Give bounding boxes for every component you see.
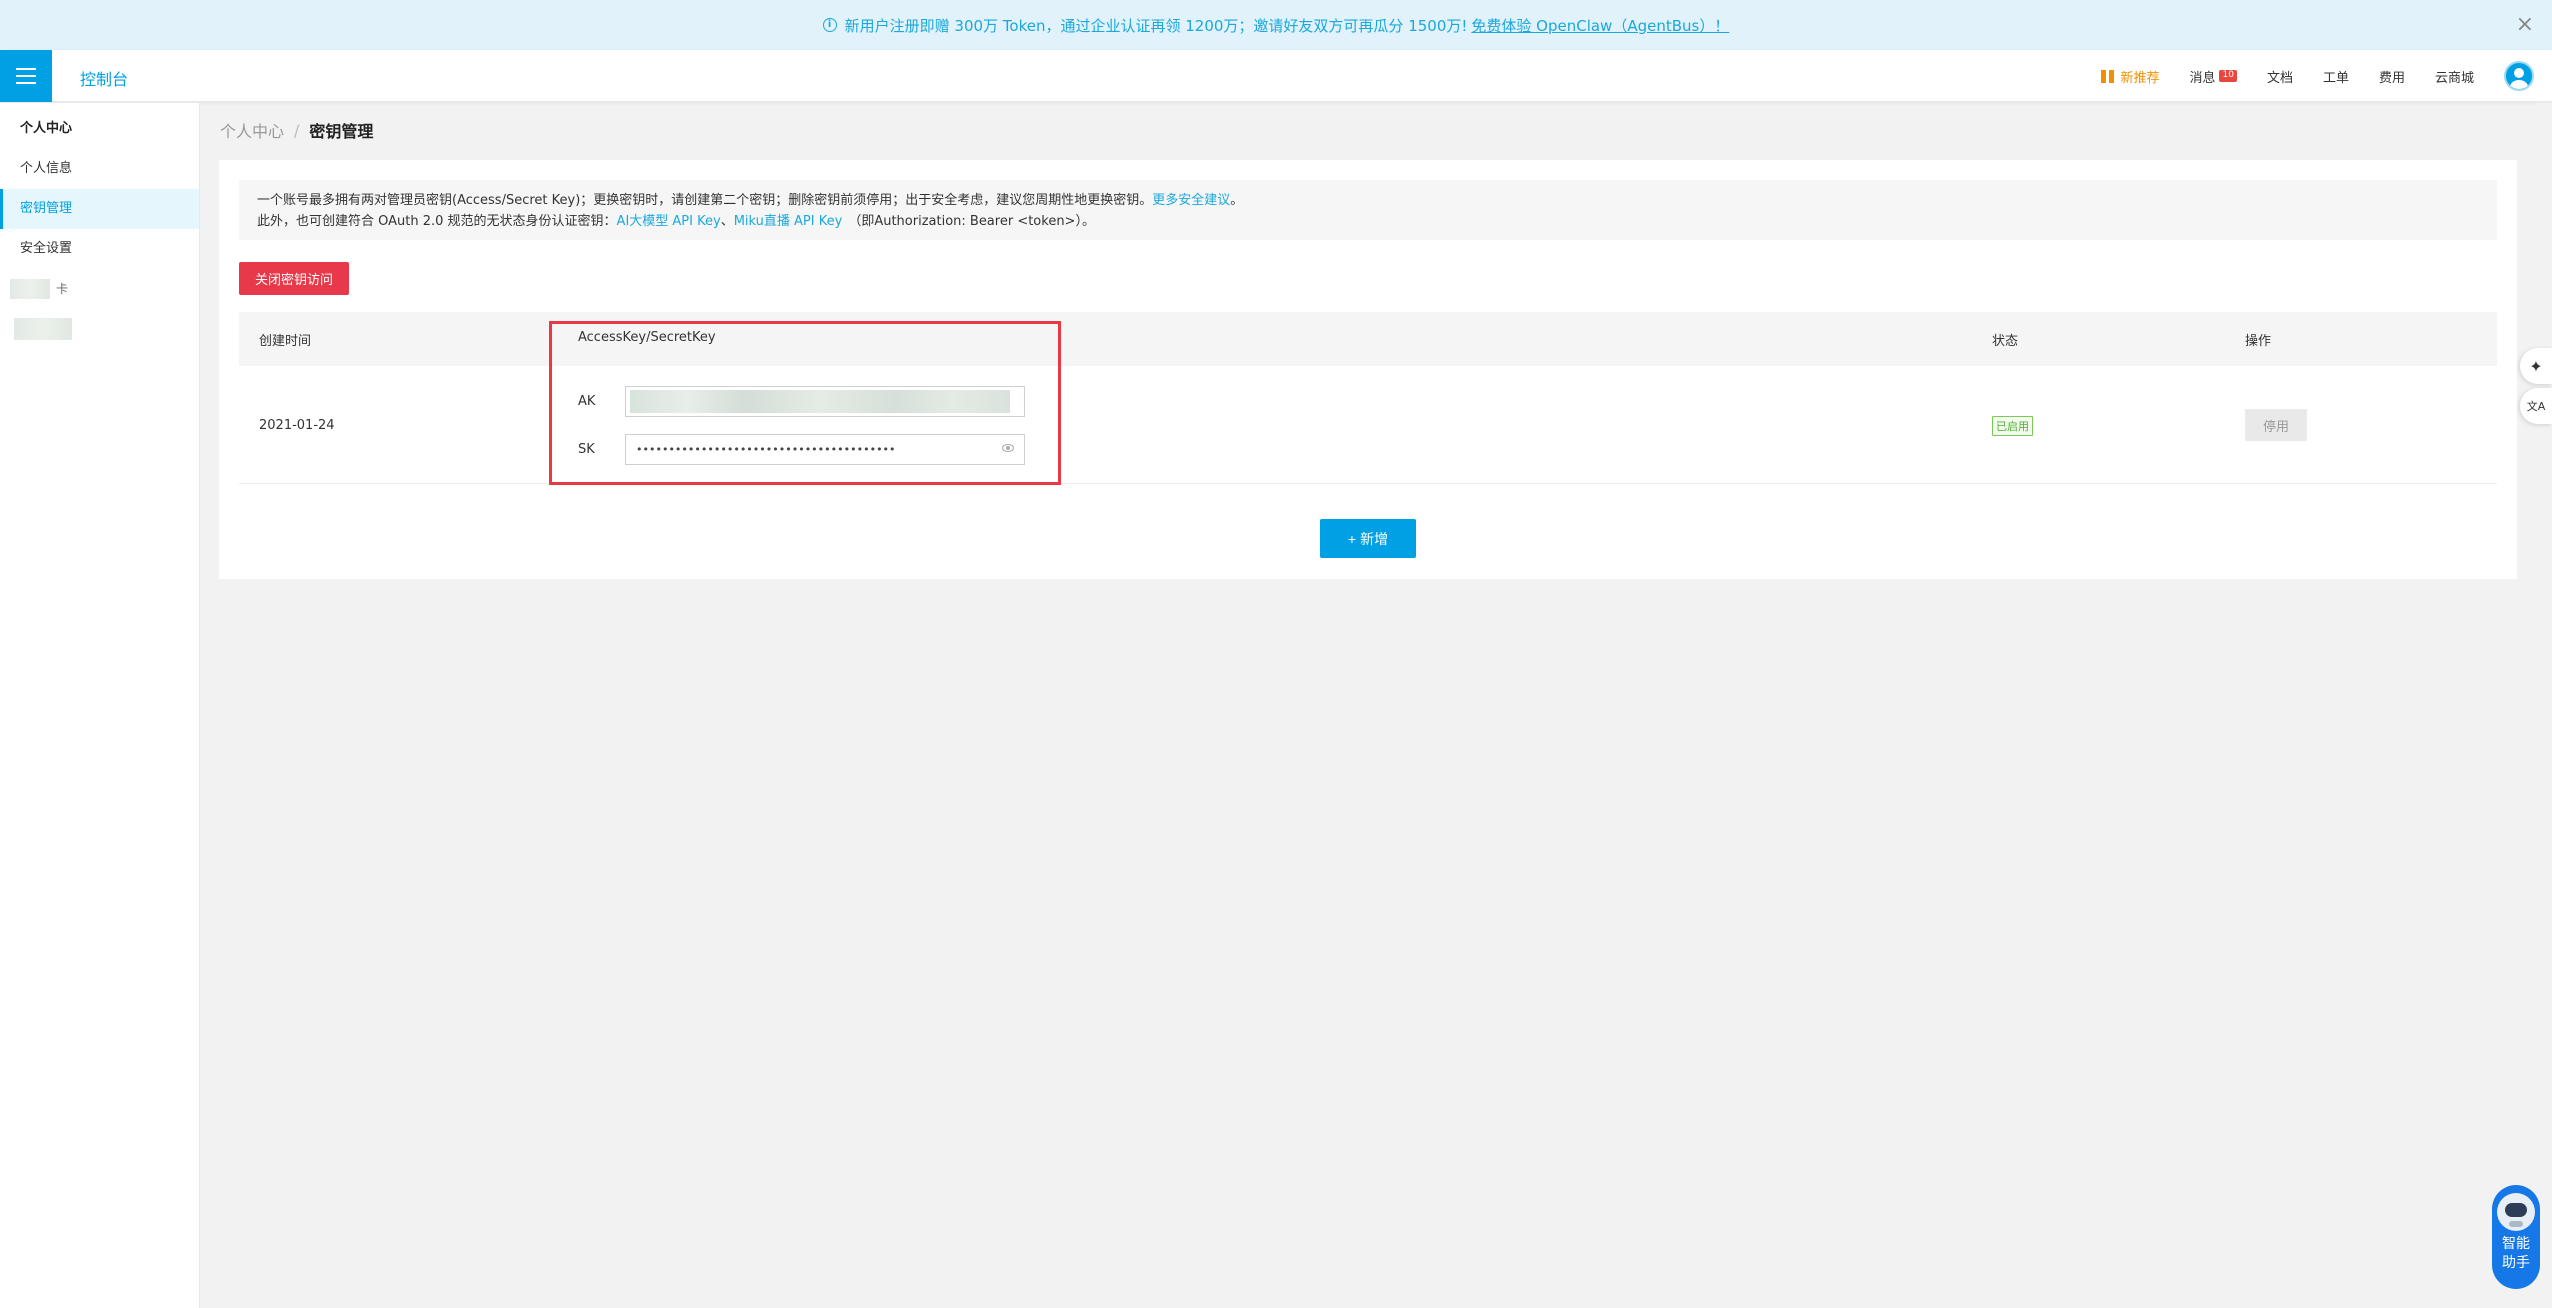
message-count-badge: 10 bbox=[2219, 70, 2237, 82]
disable-button[interactable]: 停用 bbox=[2245, 409, 2307, 441]
assistant-label-1: 智能 bbox=[2502, 1236, 2530, 1252]
sidebar-item-suffix: 卡 bbox=[56, 282, 69, 296]
banner-text: 新用户注册即赠 300万 Token，通过企业认证再领 1200万；邀请好友双方… bbox=[844, 16, 1468, 35]
sidebar-item-security[interactable]: 安全设置 bbox=[0, 229, 199, 269]
notice-text-2: 此外，也可创建符合 OAuth 2.0 规范的无状态身份认证密钥： bbox=[257, 214, 617, 229]
redacted-block bbox=[630, 390, 1010, 413]
avatar[interactable] bbox=[2504, 61, 2534, 91]
breadcrumb-separator: / bbox=[294, 120, 300, 140]
header-status: 状态 bbox=[1992, 334, 2019, 349]
notice-period: 。 bbox=[1230, 193, 1244, 208]
redacted-block bbox=[14, 318, 72, 340]
header-ops: 操作 bbox=[2245, 334, 2272, 349]
header-key: AccessKey/SecretKey bbox=[578, 330, 716, 345]
notice-line-2: 此外，也可创建符合 OAuth 2.0 规范的无状态身份认证密钥：AI大模型 A… bbox=[257, 211, 2479, 232]
assistant-label-2: 助手 bbox=[2502, 1255, 2530, 1271]
security-advice-link[interactable]: 更多安全建议 bbox=[1152, 193, 1230, 208]
close-key-access-button[interactable]: 关闭密钥访问 bbox=[239, 262, 350, 295]
sidebar-item-redacted-2[interactable] bbox=[0, 309, 199, 349]
docs-link[interactable]: 文档 bbox=[2267, 67, 2293, 86]
sidebar-item-redacted[interactable]: 卡 bbox=[0, 269, 199, 309]
sidebar: 个人中心 个人信息 密钥管理 安全设置 卡 bbox=[0, 103, 200, 1308]
table-header: 创建时间 AccessKey/SecretKey 状态 操作 bbox=[239, 312, 2497, 366]
sidebar-item-profile[interactable]: 个人信息 bbox=[0, 149, 199, 189]
ai-api-key-link[interactable]: AI大模型 API Key bbox=[617, 214, 721, 229]
notice-sep: 、 bbox=[720, 214, 734, 229]
top-navbar: 控制台 新推荐 消息 10 文档 工单 费用 云商城 bbox=[0, 50, 2552, 102]
redacted-block bbox=[10, 279, 50, 299]
robot-icon bbox=[2497, 1193, 2535, 1231]
info-icon: i bbox=[822, 18, 837, 32]
plus-icon: + bbox=[1347, 530, 1357, 547]
billing-link[interactable]: 费用 bbox=[2379, 67, 2405, 86]
key-management-panel: 一个账号最多拥有两对管理员密钥(Access/Secret Key)；更换密钥时… bbox=[219, 160, 2517, 579]
nav-right: 新推荐 消息 10 文档 工单 费用 云商城 bbox=[2101, 50, 2534, 102]
key-table: 创建时间 AccessKey/SecretKey 状态 操作 2021-01-2… bbox=[239, 312, 2497, 484]
key-notice: 一个账号最多拥有两对管理员密钥(Access/Secret Key)；更换密钥时… bbox=[239, 180, 2497, 240]
tickets-link[interactable]: 工单 bbox=[2323, 67, 2349, 86]
notice-banner: i 新用户注册即赠 300万 Token，通过企业认证再领 1200万；邀请好友… bbox=[0, 0, 2552, 50]
breadcrumb: 个人中心 / 密钥管理 bbox=[220, 118, 373, 142]
sk-field[interactable]: •••••••••••••••••••••••••••••••••••••••• bbox=[625, 434, 1025, 465]
table-row: 2021-01-24 AK SK •••••••••••••••••••••••… bbox=[239, 366, 2497, 484]
menu-button[interactable] bbox=[0, 50, 52, 102]
add-key-button[interactable]: + 新增 bbox=[1320, 519, 1416, 558]
breadcrumb-current: 密钥管理 bbox=[309, 122, 374, 141]
status-badge: 已启用 bbox=[1992, 416, 2033, 436]
notice-text-1: 一个账号最多拥有两对管理员密钥(Access/Secret Key)；更换密钥时… bbox=[257, 193, 1153, 208]
cell-created: 2021-01-24 bbox=[259, 418, 335, 433]
sk-label: SK bbox=[578, 442, 595, 457]
close-icon[interactable]: × bbox=[2516, 12, 2534, 37]
sidebar-item-keys[interactable]: 密钥管理 bbox=[0, 189, 199, 229]
messages-link[interactable]: 消息 10 bbox=[2189, 67, 2237, 86]
notice-line-1: 一个账号最多拥有两对管理员密钥(Access/Secret Key)；更换密钥时… bbox=[257, 190, 2479, 211]
ai-sparkle-icon[interactable]: ✦ bbox=[2520, 348, 2552, 384]
miku-api-key-link[interactable]: Miku直播 API Key bbox=[734, 214, 843, 229]
add-label: 新增 bbox=[1360, 530, 1389, 547]
console-title[interactable]: 控制台 bbox=[80, 66, 128, 90]
gift-icon bbox=[2101, 69, 2115, 83]
hot-label: 新推荐 bbox=[2120, 70, 2160, 86]
store-link[interactable]: 云商城 bbox=[2435, 67, 2474, 86]
eye-icon[interactable] bbox=[1002, 444, 1014, 452]
scrollbar[interactable] bbox=[2538, 103, 2552, 1308]
notice-text-3: （即Authorization: Bearer <token>）。 bbox=[848, 214, 1095, 229]
hamburger-icon bbox=[16, 68, 36, 70]
hot-link[interactable]: 新推荐 bbox=[2101, 67, 2159, 86]
breadcrumb-parent[interactable]: 个人中心 bbox=[220, 118, 284, 142]
messages-label: 消息 bbox=[2189, 70, 2216, 86]
ak-label: AK bbox=[578, 394, 596, 409]
sidebar-section-title: 个人中心 bbox=[20, 121, 73, 136]
header-created: 创建时间 bbox=[259, 334, 312, 349]
translate-icon[interactable]: 文A bbox=[2520, 388, 2552, 424]
ak-field[interactable] bbox=[625, 386, 1025, 417]
banner-link[interactable]: 免费体验 OpenClaw（AgentBus）！ bbox=[1471, 15, 1729, 36]
smart-assistant-button[interactable]: 智能 助手 bbox=[2492, 1185, 2540, 1289]
sk-masked-value: •••••••••••••••••••••••••••••••••••••••• bbox=[636, 443, 896, 456]
